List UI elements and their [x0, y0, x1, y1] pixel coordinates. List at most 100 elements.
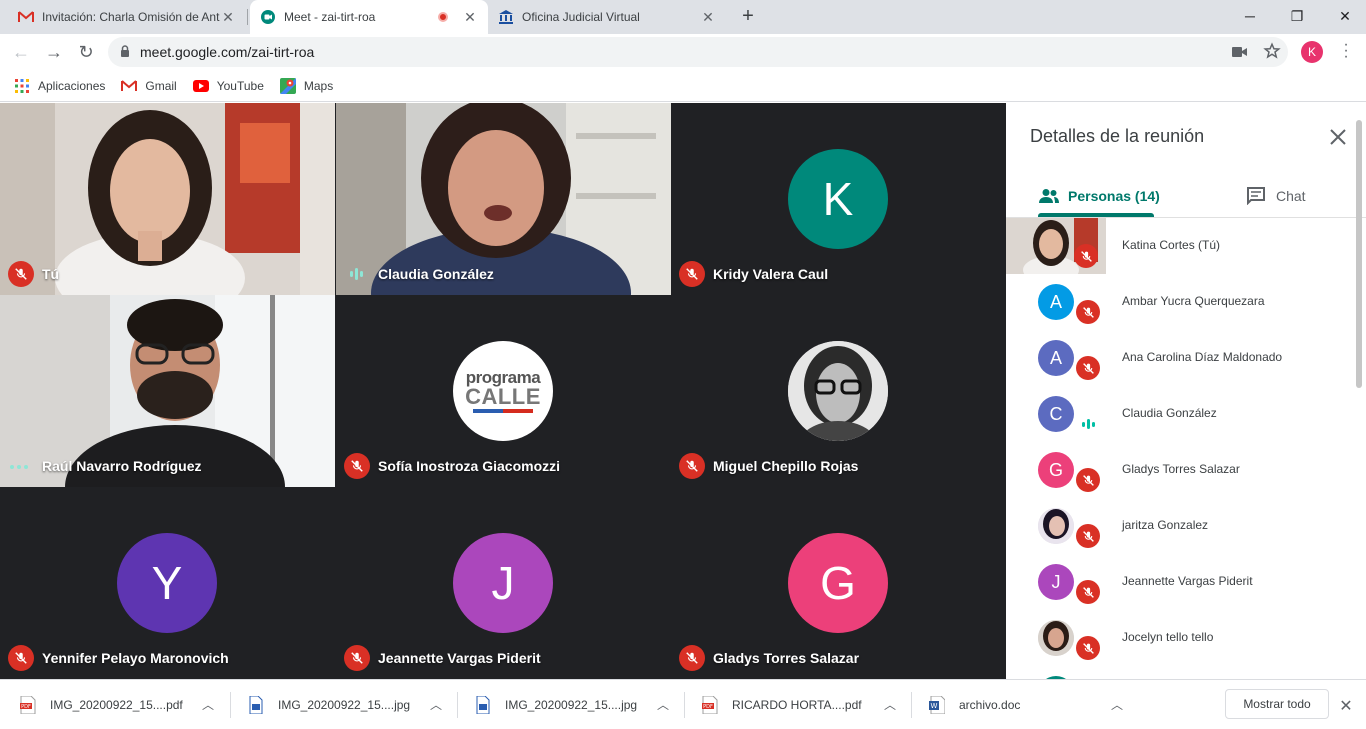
chevron-up-icon[interactable]: ︿	[1109, 696, 1125, 713]
audio-level-idle-icon	[10, 465, 28, 469]
chevron-up-icon[interactable]: ︿	[882, 696, 898, 713]
participant-list-item[interactable]: J Jeannette Vargas Piderit	[1006, 554, 1356, 610]
minimize-window-icon[interactable]: ─	[1240, 6, 1260, 26]
download-item[interactable]: IMG_20200922_15....jpg ︿	[475, 680, 671, 729]
participant-name: Claudia González	[378, 266, 494, 282]
reload-icon[interactable]: ↻	[74, 40, 98, 64]
maps-icon	[279, 77, 296, 94]
participant-tile-kridy[interactable]: K Kridy Valera Caul	[671, 103, 1006, 295]
bookmark-youtube[interactable]: YouTube	[192, 78, 264, 94]
mic-off-icon	[344, 453, 370, 479]
restore-window-icon[interactable]: ❐	[1287, 6, 1307, 26]
back-arrow-icon[interactable]: ←	[9, 40, 33, 64]
participant-tile-claudia[interactable]: Claudia González	[336, 103, 671, 295]
tab-gmail-invitation[interactable]: Invitación: Charla Omisión de Ant ✕	[8, 0, 246, 34]
word-doc-icon: W	[929, 695, 945, 714]
participant-avatar: J	[453, 533, 553, 633]
participant-list-item[interactable]: G Gladys Torres Salazar	[1006, 442, 1356, 498]
profile-avatar[interactable]: K	[1301, 41, 1323, 63]
apps-grid-icon	[14, 78, 30, 94]
participant-list-name: Jeannette Vargas Piderit	[1122, 574, 1253, 588]
participant-list-item-partial[interactable]	[1006, 666, 1356, 679]
participant-list-item[interactable]: Katina Cortes (Tú)	[1006, 218, 1356, 274]
bank-icon	[498, 9, 514, 25]
panel-scrollbar[interactable]	[1356, 120, 1362, 388]
bookmark-star-icon[interactable]	[1263, 42, 1283, 62]
mic-off-icon	[1076, 356, 1100, 380]
bookmark-maps[interactable]: Maps	[279, 77, 334, 94]
close-tab-icon[interactable]: ✕	[700, 9, 716, 26]
tab-meet[interactable]: Meet - zai-tirt-roa ✕	[250, 0, 488, 34]
show-all-downloads-button[interactable]: Mostrar todo	[1225, 689, 1329, 719]
participant-list-item[interactable]: A Ambar Yucra Querquezara	[1006, 274, 1356, 330]
camera-in-use-icon[interactable]	[1232, 42, 1252, 62]
download-item[interactable]: IMG_20200922_15....jpg ︿	[248, 680, 444, 729]
participant-avatar: K	[788, 149, 888, 249]
participant-list-item[interactable]: C Claudia González	[1006, 386, 1356, 442]
participant-list-name: Claudia González	[1122, 406, 1217, 420]
programa-calle-logo: programa CALLE	[453, 341, 553, 441]
speaking-indicator-icon	[1078, 416, 1098, 432]
address-bar[interactable]: meet.google.com/zai-tirt-roa	[108, 37, 1288, 67]
chat-icon	[1246, 187, 1266, 205]
people-icon	[1038, 188, 1060, 204]
participant-tile-jeannette[interactable]: J Jeannette Vargas Piderit	[336, 487, 671, 679]
download-item[interactable]: W archivo.doc ︿	[929, 680, 1125, 729]
bookmark-gmail[interactable]: Gmail	[121, 78, 177, 94]
youtube-icon	[192, 78, 209, 94]
meeting-details-panel: Detalles de la reunión Personas (14) Cha…	[1006, 103, 1366, 679]
chevron-up-icon[interactable]: ︿	[655, 696, 671, 713]
participant-tile-self[interactable]: Tú	[0, 103, 335, 295]
mic-off-icon	[679, 645, 705, 671]
participant-tile-yennifer[interactable]: Y Yennifer Pelayo Maronovich	[0, 487, 335, 679]
download-shelf: PDF IMG_20200922_15....pdf ︿ IMG_2020092…	[0, 679, 1366, 728]
mic-off-icon	[679, 453, 705, 479]
participant-tile-sofia[interactable]: programa CALLE Sofía Inostroza Giacomozz…	[336, 295, 671, 487]
participant-avatar: Y	[117, 533, 217, 633]
participant-list-item[interactable]: A Ana Carolina Díaz Maldonado	[1006, 330, 1356, 386]
participant-tile-raul[interactable]: Raúl Navarro Rodríguez	[0, 295, 335, 487]
close-window-icon[interactable]: ✕	[1335, 6, 1355, 26]
tab-title: Meet - zai-tirt-roa	[284, 10, 376, 24]
participant-tile-gladys[interactable]: G Gladys Torres Salazar	[671, 487, 1006, 679]
participant-avatar: G	[788, 533, 888, 633]
gmail-icon	[121, 78, 138, 94]
image-file-icon	[475, 695, 491, 714]
close-tab-icon[interactable]: ✕	[462, 9, 478, 26]
browser-menu-icon[interactable]: · · ·	[1340, 37, 1352, 65]
participant-list-item[interactable]: jaritza Gonzalez	[1006, 498, 1356, 554]
close-panel-icon[interactable]	[1326, 125, 1350, 149]
panel-title: Detalles de la reunión	[1030, 126, 1205, 146]
close-tab-icon[interactable]: ✕	[220, 9, 236, 26]
download-divider	[911, 692, 912, 718]
download-divider	[457, 692, 458, 718]
tab-title: Oficina Judicial Virtual	[522, 10, 640, 24]
forward-arrow-icon[interactable]: →	[42, 40, 66, 64]
pdf-file-icon: PDF	[702, 695, 718, 714]
participant-list-name: Gladys Torres Salazar	[1122, 462, 1240, 476]
participant-list-avatar: J	[1038, 564, 1074, 600]
chevron-up-icon[interactable]: ︿	[428, 696, 444, 713]
tab-chat[interactable]: Chat	[1246, 175, 1306, 217]
download-filename: IMG_20200922_15....jpg	[278, 697, 411, 712]
svg-text:PDF: PDF	[703, 704, 713, 710]
participant-tile-miguel[interactable]: Miguel Chepillo Rojas	[671, 295, 1006, 487]
bookmark-apps[interactable]: Aplicaciones	[14, 78, 105, 94]
pdf-file-icon: PDF	[20, 695, 36, 714]
tab-people-label: Personas (14)	[1068, 188, 1160, 204]
bookmark-label: Maps	[303, 78, 334, 93]
participant-list-item[interactable]: Jocelyn tello tello	[1006, 610, 1356, 666]
tab-oficina-judicial[interactable]: Oficina Judicial Virtual ✕	[488, 0, 726, 34]
participant-list-avatar: G	[1038, 452, 1074, 488]
chevron-up-icon[interactable]: ︿	[200, 696, 216, 713]
download-item[interactable]: PDF IMG_20200922_15....pdf ︿	[20, 680, 216, 729]
mic-off-icon	[1076, 636, 1100, 660]
download-item[interactable]: PDF RICARDO HORTA....pdf ︿	[702, 680, 898, 729]
close-shelf-icon[interactable]: ✕	[1338, 696, 1354, 716]
download-filename: IMG_20200922_15....jpg	[505, 697, 638, 712]
participant-list-avatar: C	[1038, 396, 1074, 432]
tab-people[interactable]: Personas (14)	[1038, 175, 1160, 217]
participant-list: Katina Cortes (Tú) A Ambar Yucra Querque…	[1006, 218, 1356, 679]
new-tab-button[interactable]: +	[736, 5, 760, 29]
mic-off-icon	[679, 261, 705, 287]
